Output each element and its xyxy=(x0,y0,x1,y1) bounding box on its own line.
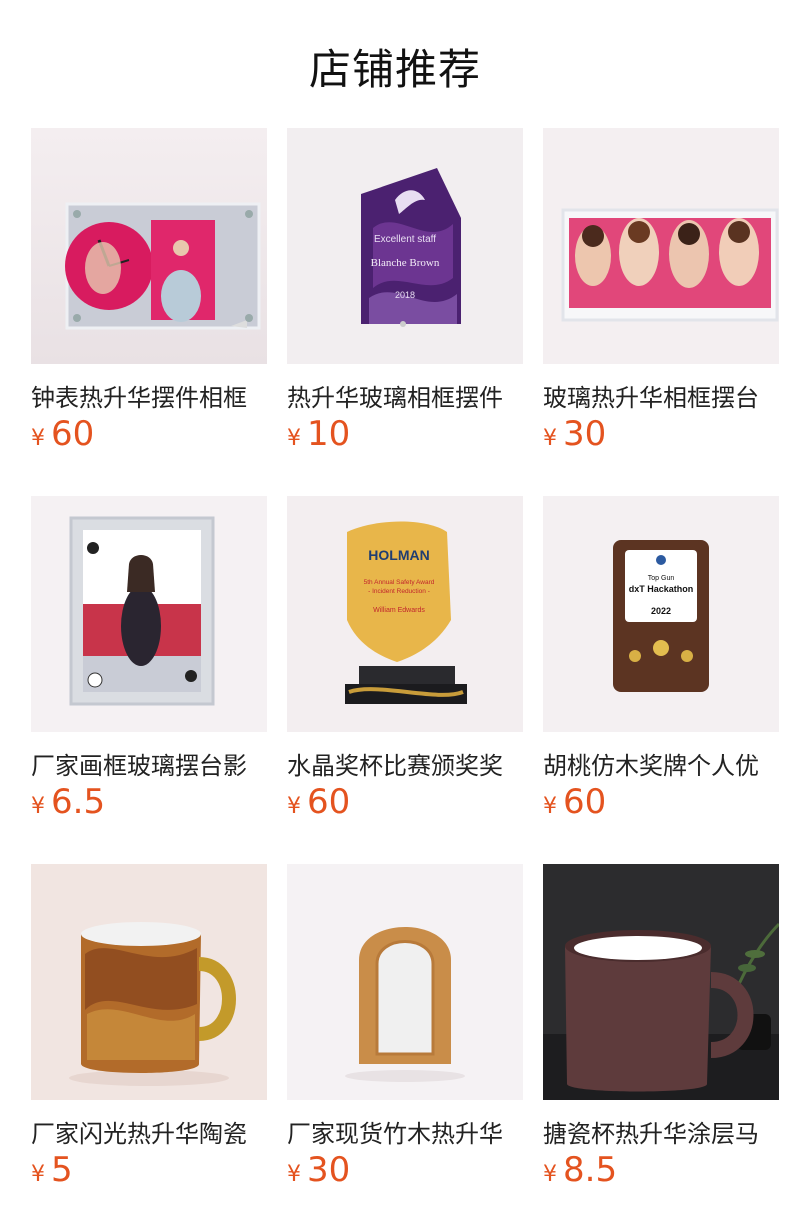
currency-symbol: ¥ xyxy=(31,794,45,819)
plaque-line: dxT Hackathon xyxy=(629,584,694,594)
price-amount: 60 xyxy=(563,782,607,822)
product-price: ¥60 xyxy=(31,414,94,454)
bamboo-frame-icon xyxy=(287,864,523,1100)
product-name[interactable]: 厂家现货竹木热升华 xyxy=(287,1114,523,1149)
page-title: 店铺推荐 xyxy=(308,45,481,94)
product-image[interactable] xyxy=(31,496,267,732)
product-name[interactable]: 热升华玻璃相框摆件 xyxy=(287,378,523,413)
award-line: Excellent staff xyxy=(374,234,436,245)
price-amount: 8.5 xyxy=(563,1150,618,1190)
price-amount: 60 xyxy=(307,782,351,822)
currency-symbol: ¥ xyxy=(543,794,557,819)
product-image[interactable] xyxy=(31,128,267,364)
product-name[interactable]: 厂家画框玻璃摆台影 xyxy=(31,746,267,781)
glass-photo-panel-icon xyxy=(543,128,779,364)
price-amount: 30 xyxy=(563,414,607,454)
product-image[interactable]: HOLMAN 5th Annual Safety Award - Inciden… xyxy=(287,496,523,732)
product-price: ¥60 xyxy=(287,782,350,822)
currency-symbol: ¥ xyxy=(287,426,301,451)
product-price: ¥6.5 xyxy=(31,782,105,822)
crystal-trophy-icon: HOLMAN 5th Annual Safety Award - Inciden… xyxy=(287,496,523,732)
product-image[interactable]: Excellent staff Blanche Brown 2018 xyxy=(287,128,523,364)
clock-photo-frame-icon xyxy=(31,128,267,364)
product-price: ¥30 xyxy=(287,1150,350,1190)
trophy-line: - Incident Reduction - xyxy=(368,588,430,595)
product-name[interactable]: 水晶奖杯比赛颁奖奖 xyxy=(287,746,523,781)
product-price: ¥5 xyxy=(31,1150,73,1190)
price-amount: 30 xyxy=(307,1150,351,1190)
award-line: 2018 xyxy=(395,290,415,300)
price-amount: 60 xyxy=(51,414,95,454)
glitter-mug-icon xyxy=(31,864,267,1100)
product-price: ¥60 xyxy=(543,782,606,822)
product-image[interactable]: Top Gun dxT Hackathon 2022 xyxy=(543,496,779,732)
currency-symbol: ¥ xyxy=(287,1162,301,1187)
currency-symbol: ¥ xyxy=(31,1162,45,1187)
enamel-mug-icon xyxy=(543,864,779,1100)
currency-symbol: ¥ xyxy=(543,1162,557,1187)
product-price: ¥30 xyxy=(543,414,606,454)
trophy-line: HOLMAN xyxy=(368,547,429,563)
product-name[interactable]: 胡桃仿木奖牌个人优 xyxy=(543,746,779,781)
award-line: Blanche Brown xyxy=(371,257,440,269)
price-amount: 10 xyxy=(307,414,351,454)
price-amount: 6.5 xyxy=(51,782,106,822)
product-image[interactable] xyxy=(31,864,267,1100)
walnut-plaque-icon: Top Gun dxT Hackathon 2022 xyxy=(543,496,779,732)
product-image[interactable] xyxy=(543,128,779,364)
product-price: ¥10 xyxy=(287,414,350,454)
plaque-line: Top Gun xyxy=(648,575,675,582)
purple-glass-award-icon: Excellent staff Blanche Brown 2018 xyxy=(287,128,523,364)
trophy-line: William Edwards xyxy=(373,607,425,614)
portrait-glass-frame-icon xyxy=(31,496,267,732)
product-image[interactable] xyxy=(287,864,523,1100)
plaque-line: 2022 xyxy=(651,606,671,616)
currency-symbol: ¥ xyxy=(543,426,557,451)
price-amount: 5 xyxy=(51,1150,73,1190)
trophy-line: 5th Annual Safety Award xyxy=(364,579,435,586)
product-name[interactable]: 厂家闪光热升华陶瓷 xyxy=(31,1114,267,1149)
product-name[interactable]: 搪瓷杯热升华涂层马 xyxy=(543,1114,779,1149)
product-price: ¥8.5 xyxy=(543,1150,617,1190)
product-name[interactable]: 钟表热升华摆件相框 xyxy=(31,378,267,413)
currency-symbol: ¥ xyxy=(287,794,301,819)
currency-symbol: ¥ xyxy=(31,426,45,451)
product-name[interactable]: 玻璃热升华相框摆台 xyxy=(543,378,779,413)
product-image[interactable] xyxy=(543,864,779,1100)
